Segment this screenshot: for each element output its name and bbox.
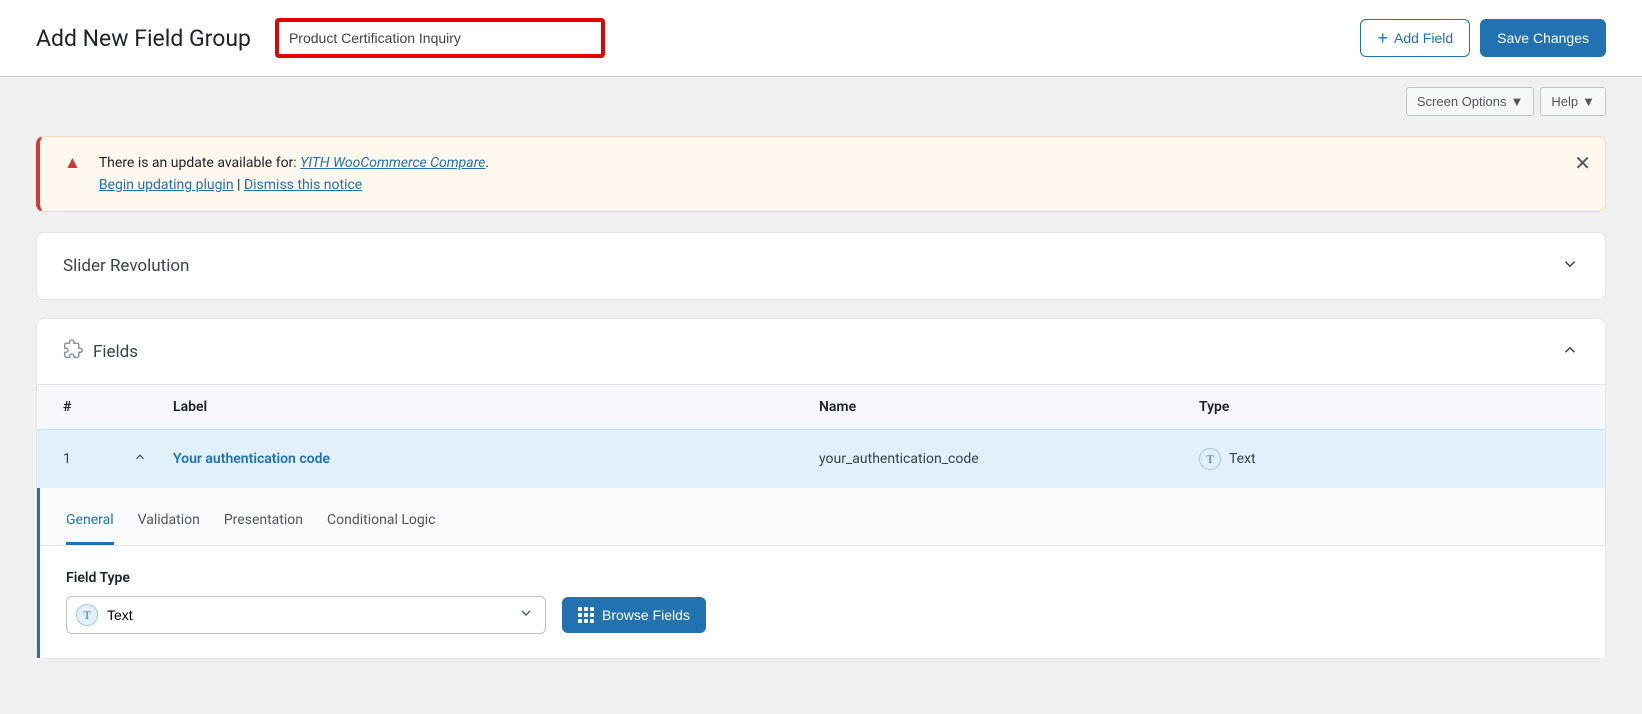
warning-icon: ▲	[64, 155, 81, 172]
page-title: Add New Field Group	[36, 25, 251, 52]
tab-conditional[interactable]: Conditional Logic	[327, 502, 435, 545]
chevron-down-icon	[1561, 255, 1579, 277]
save-changes-button[interactable]: Save Changes	[1480, 19, 1606, 57]
notice-text-prefix: There is an update available for:	[99, 155, 300, 171]
type-badge-icon: T	[1199, 448, 1221, 470]
plugin-link[interactable]: YITH WooCommerce Compare	[300, 155, 485, 171]
close-icon: ✕	[1574, 153, 1591, 175]
slider-revolution-title: Slider Revolution	[63, 256, 189, 276]
begin-update-link[interactable]: Begin updating plugin	[99, 177, 234, 193]
col-num: #	[63, 399, 133, 415]
col-type: Type	[1199, 399, 1579, 415]
tab-validation[interactable]: Validation	[138, 502, 200, 545]
type-badge-icon: T	[76, 604, 98, 626]
col-name: Name	[819, 399, 1199, 415]
close-notice-button[interactable]: ✕	[1574, 151, 1591, 176]
row-type-text: Text	[1229, 451, 1256, 467]
update-notice: ▲ There is an update available for: YITH…	[36, 136, 1606, 212]
dismiss-notice-link[interactable]: Dismiss this notice	[244, 177, 362, 193]
row-collapse-toggle[interactable]	[133, 450, 173, 468]
table-row[interactable]: 1 Your authentication code your_authenti…	[37, 429, 1605, 488]
row-num: 1	[63, 451, 133, 467]
field-group-title-input[interactable]	[275, 18, 605, 58]
help-button[interactable]: Help ▼	[1540, 87, 1606, 116]
browse-fields-label: Browse Fields	[602, 607, 690, 623]
caret-down-icon: ▼	[1582, 94, 1595, 109]
caret-down-icon: ▼	[1511, 94, 1524, 109]
add-field-button[interactable]: + Add Field	[1360, 19, 1470, 57]
fields-panel-header[interactable]: Fields	[37, 319, 1605, 384]
row-name: your_authentication_code	[819, 451, 1199, 467]
plus-icon: +	[1377, 29, 1388, 47]
tab-general[interactable]: General	[66, 502, 114, 545]
fields-panel: Fields # Label Name Type 1 Your authenti…	[36, 318, 1606, 659]
screen-options-button[interactable]: Screen Options ▼	[1406, 87, 1534, 116]
help-label: Help	[1551, 94, 1578, 109]
notice-separator: |	[234, 177, 244, 193]
tab-presentation[interactable]: Presentation	[224, 502, 303, 545]
puzzle-icon	[63, 339, 83, 364]
fields-panel-title: Fields	[93, 342, 138, 362]
col-label: Label	[173, 399, 819, 415]
grid-icon	[578, 607, 594, 623]
field-type-select[interactable]: Text	[66, 596, 546, 634]
chevron-up-icon	[1561, 341, 1579, 363]
slider-revolution-panel: Slider Revolution	[36, 232, 1606, 300]
fields-table-head: # Label Name Type	[37, 384, 1605, 429]
row-label[interactable]: Your authentication code	[173, 451, 819, 467]
slider-revolution-header[interactable]: Slider Revolution	[37, 233, 1605, 299]
field-editor: General Validation Presentation Conditio…	[37, 488, 1605, 658]
screen-options-label: Screen Options	[1417, 94, 1507, 109]
add-field-label: Add Field	[1394, 30, 1453, 46]
browse-fields-button[interactable]: Browse Fields	[562, 597, 706, 633]
field-type-label: Field Type	[66, 570, 1579, 586]
notice-text-suffix: .	[485, 155, 489, 171]
